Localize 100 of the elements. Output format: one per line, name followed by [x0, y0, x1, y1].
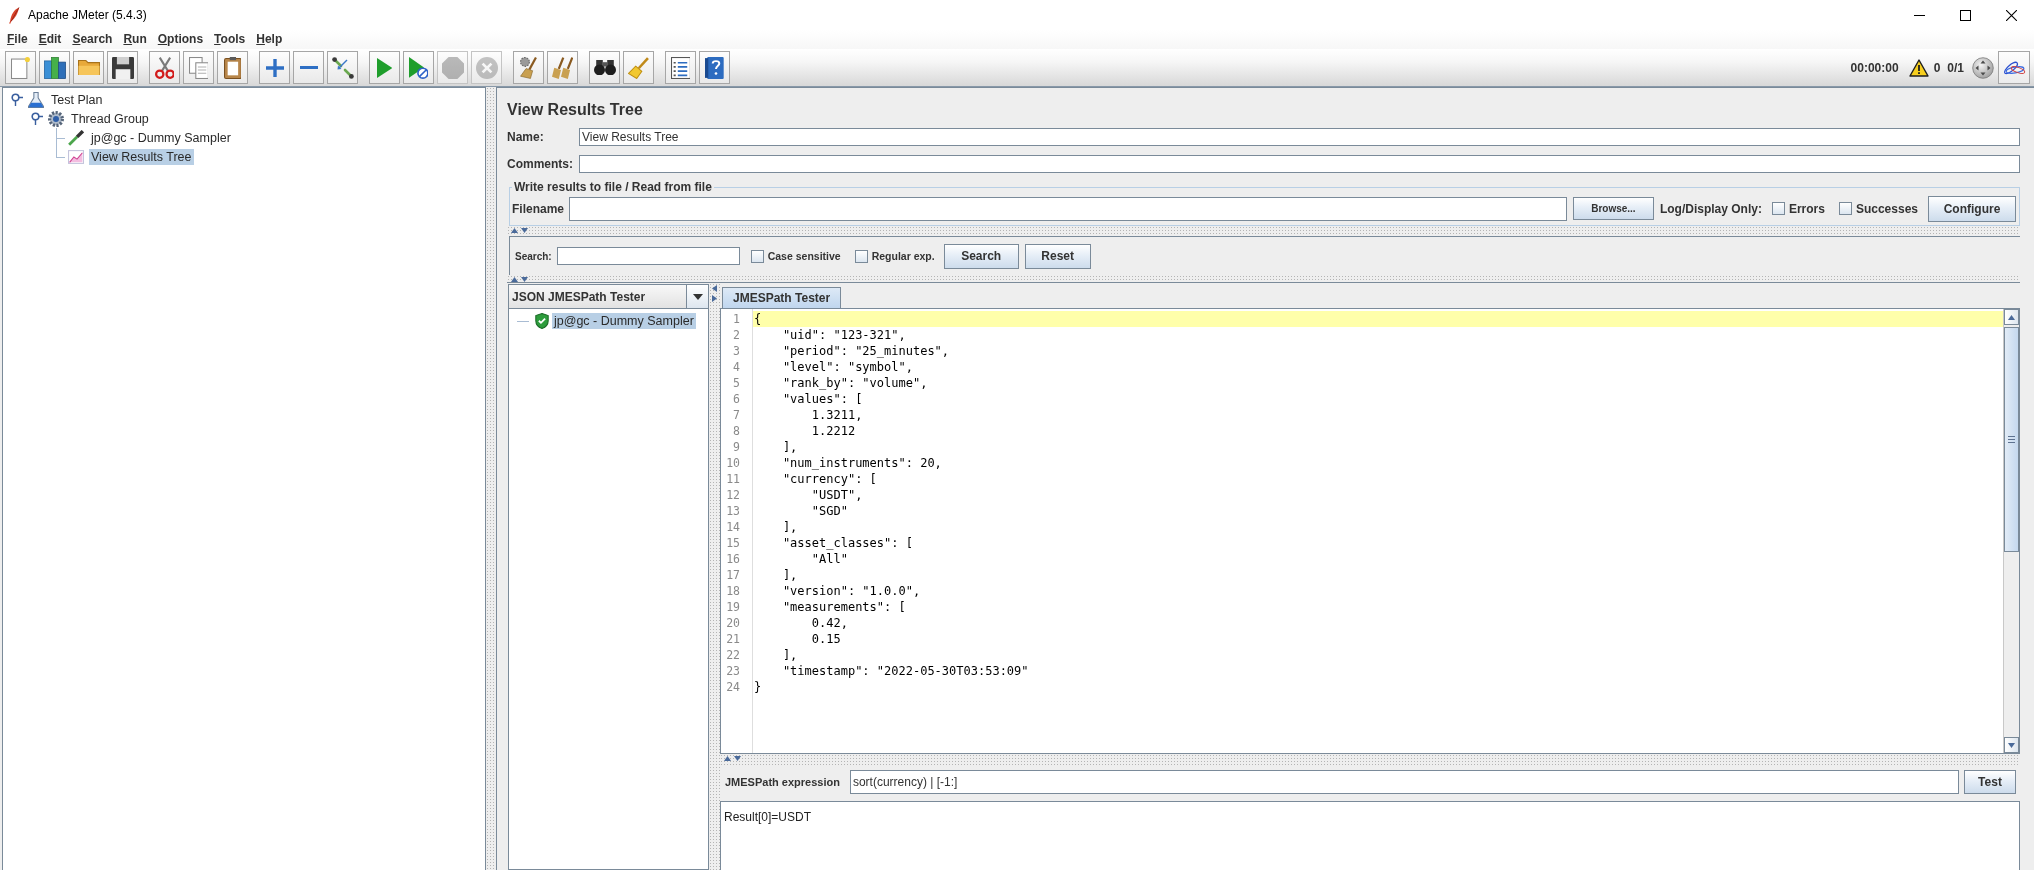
left-triangle-icon[interactable]	[712, 285, 717, 292]
page-icon	[10, 56, 31, 79]
up-triangle-icon[interactable]	[511, 228, 518, 233]
menu-item[interactable]: File	[2, 31, 33, 48]
search-button[interactable]: Search	[943, 243, 1019, 269]
name-field[interactable]: View Results Tree	[579, 128, 2020, 146]
checkbox-label[interactable]: Errors	[1788, 201, 1825, 216]
filename-field[interactable]	[569, 196, 1567, 221]
right-triangle-icon[interactable]	[712, 295, 717, 302]
line-number: 7	[732, 407, 741, 423]
browse-button[interactable]: Browse...	[1572, 197, 1654, 220]
code-line: "values": [	[781, 391, 863, 407]
start-no-pauses-button[interactable]	[403, 51, 434, 84]
configure-button[interactable]: Configure	[1928, 195, 2016, 222]
up-triangle-icon[interactable]	[511, 277, 518, 282]
paste-button[interactable]	[217, 51, 248, 84]
save-button[interactable]	[107, 51, 138, 84]
menu-item[interactable]: Search	[67, 31, 118, 48]
help-button[interactable]	[699, 51, 730, 84]
up-triangle-icon[interactable]	[2008, 314, 2015, 320]
collapse-button[interactable]	[293, 51, 324, 84]
warning-icon	[1908, 58, 1929, 77]
window-title: Apache JMeter (5.4.3)	[28, 8, 148, 22]
tree-handle-icon[interactable]	[31, 112, 43, 125]
test-button[interactable]: Test	[1964, 770, 2016, 794]
down-triangle-icon[interactable]	[2008, 742, 2015, 748]
pipettes-arrow-icon	[331, 56, 354, 79]
comments-field[interactable]	[579, 155, 2020, 173]
logo-button[interactable]	[1998, 51, 2030, 84]
checkbox[interactable]	[1771, 202, 1785, 215]
start-button[interactable]	[369, 51, 400, 84]
down-triangle-icon[interactable]	[521, 277, 528, 282]
menu-item[interactable]: Tools	[209, 31, 251, 48]
code-line: ],	[781, 567, 798, 583]
tree-node[interactable]: View Results Tree	[89, 148, 194, 165]
code-line: ],	[781, 439, 798, 455]
code-line: "measurements": [	[781, 599, 906, 615]
line-number: 4	[732, 359, 741, 375]
code-line: "uid": "123-321",	[781, 327, 906, 343]
menu-item[interactable]: Options	[152, 31, 209, 48]
line-number: 13	[725, 503, 741, 519]
scroll-up-button[interactable]	[2004, 309, 2019, 325]
code-line: "asset_classes": [	[781, 535, 913, 551]
code-line: 0.15	[810, 631, 841, 647]
reset-button[interactable]: Reset	[1024, 243, 1091, 269]
code-line: {	[753, 311, 762, 327]
code-line: 1.3211,	[810, 407, 863, 423]
checkbox[interactable]	[854, 249, 868, 263]
expand-button[interactable]	[259, 51, 290, 84]
line-number: 9	[732, 439, 741, 455]
stop-sign-icon	[441, 56, 464, 79]
checkbox-label[interactable]: Regular exp.	[871, 250, 935, 262]
line-number: 22	[725, 647, 741, 663]
copy-button[interactable]	[183, 51, 214, 84]
field-label: Log/Display Only:	[1659, 201, 1762, 216]
x-circle-icon	[475, 56, 498, 79]
function-helper-button[interactable]	[665, 51, 696, 84]
line-number: 16	[725, 551, 741, 567]
scissors-icon	[154, 56, 175, 79]
up-triangle-icon[interactable]	[724, 756, 731, 761]
open-button[interactable]	[73, 51, 104, 84]
menu-item[interactable]: Edit	[33, 31, 67, 48]
chart-icon	[68, 148, 84, 165]
checkbox-label[interactable]: Successes	[1855, 201, 1918, 216]
feather-icon	[8, 6, 20, 24]
circle-arrows-icon[interactable]	[1972, 56, 1994, 79]
renderer-dropdown[interactable]: JSON JMESPath Tester	[508, 284, 709, 309]
brooms-icon	[551, 56, 574, 79]
flask-icon	[28, 91, 44, 108]
play-circle-icon	[408, 56, 429, 79]
checkbox[interactable]	[750, 249, 764, 263]
checkbox-label[interactable]: Case sensitive	[767, 250, 841, 262]
tree-handle-icon[interactable]	[11, 93, 23, 106]
tab[interactable]: JMESPath Tester	[722, 287, 842, 308]
tree-node[interactable]: Test Plan	[49, 91, 105, 108]
templates-button[interactable]	[39, 51, 70, 84]
tree-node[interactable]: Thread Group	[69, 110, 151, 127]
search-button[interactable]	[589, 51, 620, 84]
new-button[interactable]	[5, 51, 36, 84]
warning-count: 0	[1933, 60, 1941, 75]
minimize-icon	[1913, 14, 1925, 16]
sample-result[interactable]: jp@gc - Dummy Sampler	[552, 312, 696, 329]
expression-field[interactable]: sort(currency) | [-1:]	[849, 770, 1959, 794]
menu-item[interactable]: Run	[118, 31, 152, 48]
down-triangle-icon[interactable]	[521, 228, 528, 233]
search-field[interactable]	[556, 247, 740, 265]
scrollbar-thumb[interactable]	[2004, 327, 2019, 552]
code-line: "currency": [	[781, 471, 877, 487]
checkbox[interactable]	[1838, 202, 1852, 215]
scrollbar-track[interactable]	[2003, 309, 2019, 753]
tree-node[interactable]: jp@gc - Dummy Sampler	[89, 129, 233, 146]
clear-button[interactable]	[513, 51, 544, 84]
clear-all-button[interactable]	[547, 51, 578, 84]
menu-item[interactable]: Help	[251, 31, 288, 48]
scroll-down-button[interactable]	[2004, 737, 2019, 753]
line-number: 12	[725, 487, 741, 503]
down-triangle-icon[interactable]	[734, 756, 741, 761]
line-number: 3	[732, 343, 741, 359]
toggle-button[interactable]	[327, 51, 358, 84]
cut-button[interactable]	[149, 51, 180, 84]
